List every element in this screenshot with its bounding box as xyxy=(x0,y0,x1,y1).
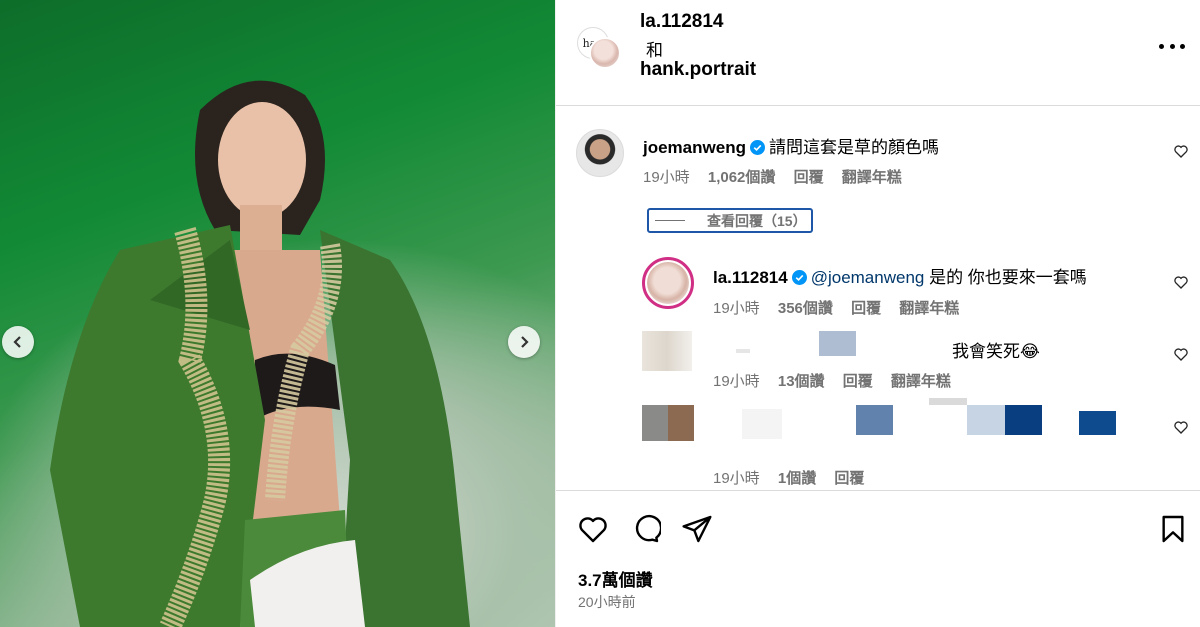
reply-likes[interactable]: 13個讚 xyxy=(778,373,825,390)
chevron-right-icon xyxy=(521,336,529,348)
header-conjunction: 和 xyxy=(646,41,663,60)
reply-mention[interactable]: @joemanweng xyxy=(811,268,925,287)
reply-meta: 19小時 13個讚 回覆 翻譯年糕 xyxy=(713,370,965,391)
blurred-avatar xyxy=(642,405,668,441)
verified-icon xyxy=(749,140,765,155)
blurred-text xyxy=(967,405,1005,435)
reply-button[interactable]: 回覆 xyxy=(851,300,881,317)
reply-meta: 19小時 356個讚 回覆 翻譯年糕 xyxy=(713,297,973,318)
blurred-text xyxy=(1005,405,1042,435)
heart-icon[interactable] xyxy=(577,513,609,545)
post-photo xyxy=(0,0,555,627)
bookmark-icon[interactable] xyxy=(1157,513,1189,545)
comment-text: 請問這套是草的顏色嗎 xyxy=(768,138,939,157)
reply-username[interactable]: la.112814 xyxy=(713,268,788,287)
previous-photo-button[interactable] xyxy=(2,326,34,358)
view-replies-button[interactable]: 查看回覆（15） xyxy=(647,208,813,233)
reply-item: 我會笑死😂 19小時 13個讚 回覆 翻譯年糕 xyxy=(556,325,1200,395)
more-icon xyxy=(1169,43,1175,49)
blurred-text xyxy=(929,398,967,405)
verified-icon xyxy=(791,270,807,285)
share-icon[interactable] xyxy=(681,513,713,545)
more-options-button[interactable] xyxy=(1159,36,1185,56)
translate-button[interactable]: 翻譯年糕 xyxy=(899,300,959,317)
comment-meta: 19小時 1,062個讚 回覆 翻譯年糕 xyxy=(643,166,916,187)
reply-text: 是的 你也要來一套嗎 xyxy=(924,268,1087,287)
reply-text: 我會笑死😂 xyxy=(952,342,1040,361)
reply-meta: 19小時 1個讚 回覆 xyxy=(713,467,878,488)
blurred-text xyxy=(856,405,893,435)
chevron-left-icon xyxy=(13,336,21,348)
next-photo-button[interactable] xyxy=(508,326,540,358)
collaborator-avatar-la[interactable] xyxy=(589,37,621,69)
reply-item: 19小時 1個讚 回覆 xyxy=(556,395,1200,490)
reply-item: la.112814 @joemanweng 是的 你也要來一套嗎 19小時 356… xyxy=(556,255,1200,325)
reply-time: 19小時 xyxy=(713,470,760,487)
reply-time: 19小時 xyxy=(713,373,760,390)
heart-icon[interactable] xyxy=(1173,419,1189,435)
reply-button[interactable]: 回覆 xyxy=(794,169,824,186)
heart-icon[interactable] xyxy=(1173,274,1189,290)
reply-button[interactable]: 回覆 xyxy=(834,470,864,487)
post-likes-count[interactable]: 3.7萬個讚 xyxy=(578,566,653,591)
blurred-text xyxy=(736,349,750,353)
translate-button[interactable]: 翻譯年糕 xyxy=(842,169,902,186)
blurred-text xyxy=(1079,411,1116,435)
avatar[interactable] xyxy=(642,257,694,309)
reply-time: 19小時 xyxy=(713,300,760,317)
comment-time: 19小時 xyxy=(643,169,690,186)
heart-icon[interactable] xyxy=(1173,143,1189,159)
blurred-text xyxy=(819,331,856,356)
header-username-1[interactable]: la.112814 xyxy=(640,11,723,33)
heart-icon[interactable] xyxy=(1173,346,1189,362)
photo-figure xyxy=(50,80,470,627)
translate-button[interactable]: 翻譯年糕 xyxy=(891,373,951,390)
blurred-avatar xyxy=(642,331,692,371)
view-replies-label: 查看回覆（15） xyxy=(707,212,807,229)
blurred-avatar xyxy=(668,405,694,441)
comment-username[interactable]: joemanweng xyxy=(643,138,746,157)
reply-button[interactable]: 回覆 xyxy=(843,373,873,390)
post-details-panel: han la.112814 和 hank.portrait joemanweng… xyxy=(555,0,1200,627)
more-icon xyxy=(1180,43,1185,49)
reply-likes[interactable]: 1個讚 xyxy=(778,470,816,487)
reply-likes[interactable]: 356個讚 xyxy=(778,300,833,317)
comment-likes[interactable]: 1,062個讚 xyxy=(708,169,776,186)
post-actions: 3.7萬個讚 20小時前 xyxy=(556,490,1200,627)
header-username-2[interactable]: hank.portrait xyxy=(640,59,756,81)
comment-icon[interactable] xyxy=(629,513,661,545)
post-header: han la.112814 和 hank.portrait xyxy=(556,0,1200,106)
replies-divider xyxy=(655,220,685,221)
more-icon xyxy=(1159,43,1164,49)
avatar[interactable] xyxy=(576,129,624,177)
post-timestamp[interactable]: 20小時前 xyxy=(578,592,636,612)
blurred-text xyxy=(742,409,782,439)
